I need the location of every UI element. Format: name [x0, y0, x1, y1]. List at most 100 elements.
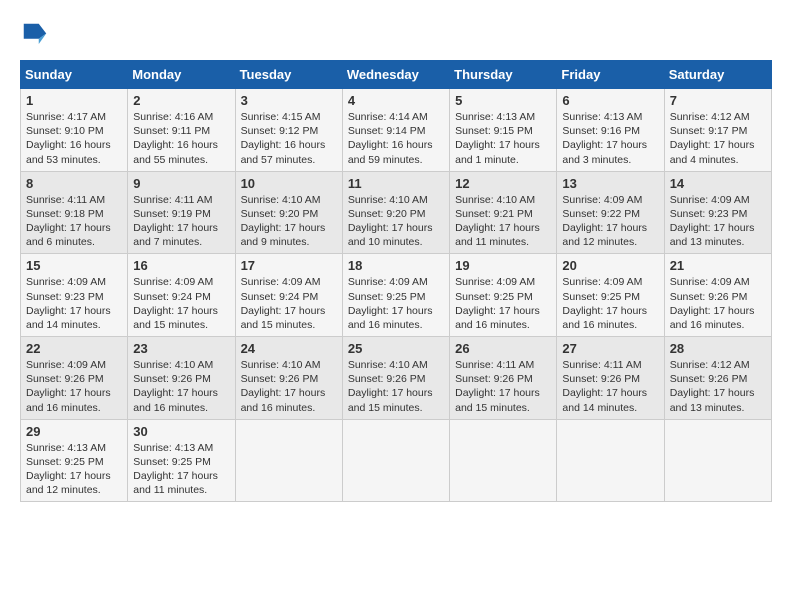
day-number: 17: [241, 258, 337, 273]
day-number: 7: [670, 93, 766, 108]
day-number: 22: [26, 341, 122, 356]
calendar-cell: [557, 419, 664, 502]
calendar-cell: 11Sunrise: 4:10 AMSunset: 9:20 PMDayligh…: [342, 171, 449, 254]
calendar-week-row: 22 Sunrise: 4:09 AMSunset: 9:26 PMDayligh…: [21, 337, 772, 420]
calendar-cell: [664, 419, 771, 502]
day-number: 29: [26, 424, 122, 439]
day-number: 15: [26, 258, 122, 273]
calendar-table: SundayMondayTuesdayWednesdayThursdayFrid…: [20, 60, 772, 502]
calendar-cell: 10 Sunrise: 4:10 AMSunset: 9:20 PMDayligh…: [235, 171, 342, 254]
page-header: [20, 20, 772, 50]
day-number: 1: [26, 93, 122, 108]
day-info: Sunrise: 4:11 AMSunset: 9:26 PMDaylight:…: [455, 358, 551, 415]
day-number: 27: [562, 341, 658, 356]
day-number: 12: [455, 176, 551, 191]
day-info: Sunrise: 4:09 AMSunset: 9:24 PMDaylight:…: [241, 275, 337, 332]
day-number: 11: [348, 176, 444, 191]
calendar-cell: 18Sunrise: 4:09 AMSunset: 9:25 PMDayligh…: [342, 254, 449, 337]
weekday-header-wednesday: Wednesday: [342, 61, 449, 89]
calendar-cell: 1 Sunrise: 4:17 AMSunset: 9:10 PMDaylight…: [21, 89, 128, 172]
calendar-cell: 5 Sunrise: 4:13 AMSunset: 9:15 PMDaylight…: [450, 89, 557, 172]
day-info: Sunrise: 4:09 AMSunset: 9:24 PMDaylight:…: [133, 275, 229, 332]
day-info: Sunrise: 4:09 AMSunset: 9:26 PMDaylight:…: [26, 358, 122, 415]
day-number: 10: [241, 176, 337, 191]
day-number: 4: [348, 93, 444, 108]
calendar-cell: 28Sunrise: 4:12 AMSunset: 9:26 PMDayligh…: [664, 337, 771, 420]
calendar-cell: 21 Sunrise: 4:09 AMSunset: 9:26 PMDayligh…: [664, 254, 771, 337]
calendar-cell: 6 Sunrise: 4:13 AMSunset: 9:16 PMDaylight…: [557, 89, 664, 172]
day-number: 6: [562, 93, 658, 108]
day-number: 19: [455, 258, 551, 273]
day-number: 18: [348, 258, 444, 273]
calendar-header: SundayMondayTuesdayWednesdayThursdayFrid…: [21, 61, 772, 89]
calendar-cell: 3Sunrise: 4:15 AMSunset: 9:12 PMDaylight…: [235, 89, 342, 172]
day-info: Sunrise: 4:16 AMSunset: 9:11 PMDaylight:…: [133, 110, 229, 167]
day-info: Sunrise: 4:10 AMSunset: 9:21 PMDaylight:…: [455, 193, 551, 250]
day-number: 30: [133, 424, 229, 439]
day-number: 14: [670, 176, 766, 191]
weekday-header-sunday: Sunday: [21, 61, 128, 89]
day-info: Sunrise: 4:13 AMSunset: 9:15 PMDaylight:…: [455, 110, 551, 167]
calendar-cell: 13 Sunrise: 4:09 AMSunset: 9:22 PMDayligh…: [557, 171, 664, 254]
day-number: 28: [670, 341, 766, 356]
calendar-body: 1 Sunrise: 4:17 AMSunset: 9:10 PMDaylight…: [21, 89, 772, 502]
calendar-cell: [342, 419, 449, 502]
day-number: 8: [26, 176, 122, 191]
day-info: Sunrise: 4:13 AMSunset: 9:16 PMDaylight:…: [562, 110, 658, 167]
calendar-cell: 19 Sunrise: 4:09 AMSunset: 9:25 PMDayligh…: [450, 254, 557, 337]
day-number: 25: [348, 341, 444, 356]
calendar-cell: 26 Sunrise: 4:11 AMSunset: 9:26 PMDayligh…: [450, 337, 557, 420]
calendar-cell: [235, 419, 342, 502]
day-info: Sunrise: 4:09 AMSunset: 9:26 PMDaylight:…: [670, 275, 766, 332]
calendar-cell: 30Sunrise: 4:13 AMSunset: 9:25 PMDayligh…: [128, 419, 235, 502]
day-info: Sunrise: 4:14 AMSunset: 9:14 PMDaylight:…: [348, 110, 444, 167]
calendar-cell: 15 Sunrise: 4:09 AMSunset: 9:23 PMDayligh…: [21, 254, 128, 337]
calendar-cell: 2 Sunrise: 4:16 AMSunset: 9:11 PMDaylight…: [128, 89, 235, 172]
day-info: Sunrise: 4:09 AMSunset: 9:23 PMDaylight:…: [670, 193, 766, 250]
calendar-week-row: 29 Sunrise: 4:13 AMSunset: 9:25 PMDayligh…: [21, 419, 772, 502]
generalblue-logo-icon: [20, 20, 50, 50]
weekday-header-saturday: Saturday: [664, 61, 771, 89]
day-number: 9: [133, 176, 229, 191]
day-number: 5: [455, 93, 551, 108]
weekday-header-friday: Friday: [557, 61, 664, 89]
day-info: Sunrise: 4:09 AMSunset: 9:25 PMDaylight:…: [562, 275, 658, 332]
day-info: Sunrise: 4:11 AMSunset: 9:18 PMDaylight:…: [26, 193, 122, 250]
weekday-header-thursday: Thursday: [450, 61, 557, 89]
day-info: Sunrise: 4:12 AMSunset: 9:17 PMDaylight:…: [670, 110, 766, 167]
day-info: Sunrise: 4:17 AMSunset: 9:10 PMDaylight:…: [26, 110, 122, 167]
day-number: 26: [455, 341, 551, 356]
day-number: 16: [133, 258, 229, 273]
day-number: 2: [133, 93, 229, 108]
day-number: 20: [562, 258, 658, 273]
day-info: Sunrise: 4:09 AMSunset: 9:25 PMDaylight:…: [455, 275, 551, 332]
calendar-cell: 14 Sunrise: 4:09 AMSunset: 9:23 PMDayligh…: [664, 171, 771, 254]
calendar-cell: 8 Sunrise: 4:11 AMSunset: 9:18 PMDaylight…: [21, 171, 128, 254]
day-info: Sunrise: 4:13 AMSunset: 9:25 PMDaylight:…: [26, 441, 122, 498]
day-info: Sunrise: 4:11 AMSunset: 9:19 PMDaylight:…: [133, 193, 229, 250]
calendar-cell: 9 Sunrise: 4:11 AMSunset: 9:19 PMDaylight…: [128, 171, 235, 254]
calendar-week-row: 8 Sunrise: 4:11 AMSunset: 9:18 PMDaylight…: [21, 171, 772, 254]
calendar-week-row: 15 Sunrise: 4:09 AMSunset: 9:23 PMDayligh…: [21, 254, 772, 337]
day-info: Sunrise: 4:09 AMSunset: 9:22 PMDaylight:…: [562, 193, 658, 250]
calendar-cell: 7 Sunrise: 4:12 AMSunset: 9:17 PMDaylight…: [664, 89, 771, 172]
calendar-cell: 16 Sunrise: 4:09 AMSunset: 9:24 PMDayligh…: [128, 254, 235, 337]
day-info: Sunrise: 4:10 AMSunset: 9:26 PMDaylight:…: [241, 358, 337, 415]
calendar-cell: 23Sunrise: 4:10 AMSunset: 9:26 PMDayligh…: [128, 337, 235, 420]
logo: [20, 20, 54, 50]
day-info: Sunrise: 4:10 AMSunset: 9:20 PMDaylight:…: [241, 193, 337, 250]
day-number: 23: [133, 341, 229, 356]
calendar-cell: 4 Sunrise: 4:14 AMSunset: 9:14 PMDaylight…: [342, 89, 449, 172]
calendar-cell: 24Sunrise: 4:10 AMSunset: 9:26 PMDayligh…: [235, 337, 342, 420]
calendar-cell: 25 Sunrise: 4:10 AMSunset: 9:26 PMDayligh…: [342, 337, 449, 420]
weekday-header-tuesday: Tuesday: [235, 61, 342, 89]
calendar-cell: 12 Sunrise: 4:10 AMSunset: 9:21 PMDayligh…: [450, 171, 557, 254]
day-info: Sunrise: 4:09 AMSunset: 9:23 PMDaylight:…: [26, 275, 122, 332]
day-number: 21: [670, 258, 766, 273]
day-number: 3: [241, 93, 337, 108]
day-number: 13: [562, 176, 658, 191]
calendar-cell: [450, 419, 557, 502]
calendar-cell: 17 Sunrise: 4:09 AMSunset: 9:24 PMDayligh…: [235, 254, 342, 337]
calendar-week-row: 1 Sunrise: 4:17 AMSunset: 9:10 PMDaylight…: [21, 89, 772, 172]
day-info: Sunrise: 4:10 AMSunset: 9:26 PMDaylight:…: [348, 358, 444, 415]
